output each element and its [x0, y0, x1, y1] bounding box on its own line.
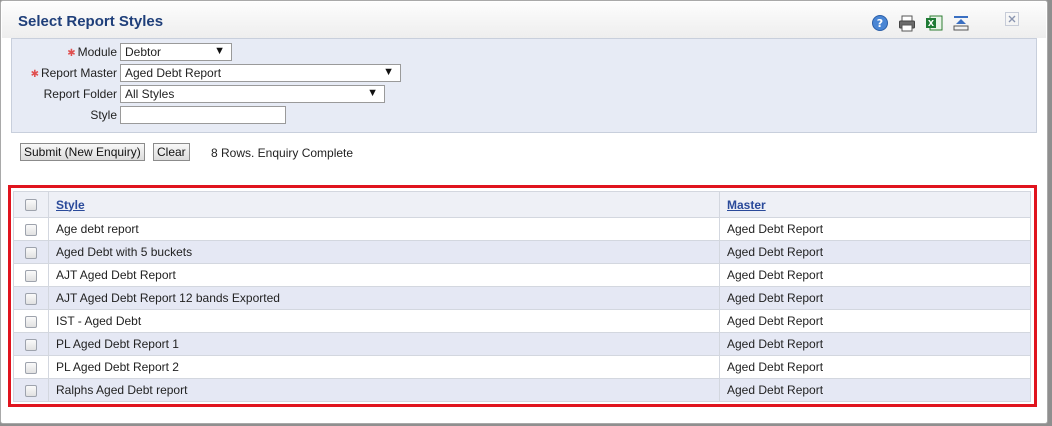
- excel-export-icon[interactable]: X: [925, 14, 943, 32]
- criteria-panel: ✱ Module Debtor ▼ ✱ Report Master Aged Debt…: [11, 38, 1037, 133]
- report-folder-row: Report Folder: [12, 85, 117, 103]
- title-bar: Select Report Styles ? X: [2, 2, 1046, 38]
- required-marker: ✱: [30, 69, 39, 80]
- status-text: 8 Rows. Enquiry Complete: [211, 146, 354, 160]
- report-folder-select[interactable]: All Styles ▼: [120, 85, 385, 103]
- row-checkbox[interactable]: [25, 292, 37, 305]
- close-icon[interactable]: [1005, 12, 1019, 26]
- style-cell: Aged Debt with 5 buckets: [48, 240, 720, 264]
- module-label: Module: [77, 45, 117, 59]
- required-marker: ✱: [67, 48, 76, 59]
- row-checkbox[interactable]: [25, 246, 37, 259]
- table-row[interactable]: Age debt report Aged Debt Report: [13, 217, 1031, 241]
- style-row: Style: [12, 106, 117, 124]
- master-cell: Aged Debt Report: [719, 332, 1031, 356]
- report-master-row: ✱ Report Master: [12, 64, 117, 82]
- table-row[interactable]: PL Aged Debt Report 1 Aged Debt Report: [13, 332, 1031, 356]
- report-master-select[interactable]: Aged Debt Report ▼: [120, 64, 401, 82]
- help-icon[interactable]: ?: [871, 14, 889, 32]
- report-styles-window: Select Report Styles ? X ✱ Module Debtor…: [0, 0, 1048, 424]
- row-checkbox[interactable]: [25, 223, 37, 236]
- dropdown-arrow-icon: ▼: [214, 45, 225, 57]
- submit-button[interactable]: Submit (New Enquiry): [20, 143, 145, 161]
- table-row[interactable]: AJT Aged Debt Report Aged Debt Report: [13, 263, 1031, 287]
- table-row[interactable]: IST - Aged Debt Aged Debt Report: [13, 309, 1031, 333]
- column-header-master[interactable]: Master: [727, 198, 766, 212]
- style-cell: PL Aged Debt Report 2: [48, 355, 720, 379]
- style-input[interactable]: [120, 106, 286, 124]
- master-cell: Aged Debt Report: [719, 240, 1031, 264]
- row-checkbox[interactable]: [25, 269, 37, 282]
- row-checkbox[interactable]: [25, 315, 37, 328]
- style-cell: IST - Aged Debt: [48, 309, 720, 333]
- style-cell: Ralphs Aged Debt report: [48, 378, 720, 402]
- style-cell: AJT Aged Debt Report: [48, 263, 720, 287]
- row-checkbox[interactable]: [25, 338, 37, 351]
- master-cell: Aged Debt Report: [719, 309, 1031, 333]
- svg-text:X: X: [928, 19, 935, 28]
- results-table: Style Master Age debt report Aged Debt R…: [13, 191, 1031, 402]
- style-label: Style: [90, 108, 117, 122]
- table-row[interactable]: Ralphs Aged Debt report Aged Debt Report: [13, 378, 1031, 402]
- clear-button[interactable]: Clear: [153, 143, 190, 161]
- report-master-label: Report Master: [40, 66, 117, 80]
- table-row[interactable]: AJT Aged Debt Report 12 bands Exported A…: [13, 286, 1031, 310]
- master-cell: Aged Debt Report: [719, 378, 1031, 402]
- svg-text:?: ?: [877, 17, 883, 30]
- style-cell: Age debt report: [48, 217, 720, 241]
- column-header-style[interactable]: Style: [56, 198, 85, 212]
- row-checkbox[interactable]: [25, 361, 37, 374]
- print-icon[interactable]: [898, 14, 916, 32]
- table-row[interactable]: PL Aged Debt Report 2 Aged Debt Report: [13, 355, 1031, 379]
- row-checkbox[interactable]: [25, 384, 37, 397]
- master-cell: Aged Debt Report: [719, 286, 1031, 310]
- select-all-checkbox[interactable]: [25, 199, 37, 212]
- module-row: ✱ Module: [12, 43, 117, 61]
- window-title: Select Report Styles: [18, 13, 164, 30]
- collapse-icon[interactable]: [952, 14, 970, 32]
- master-cell: Aged Debt Report: [719, 263, 1031, 287]
- style-cell: AJT Aged Debt Report 12 bands Exported: [48, 286, 720, 310]
- table-header-row: Style Master: [13, 191, 1031, 218]
- dropdown-arrow-icon: ▼: [367, 87, 378, 99]
- module-select[interactable]: Debtor ▼: [120, 43, 232, 61]
- master-cell: Aged Debt Report: [719, 355, 1031, 379]
- table-row[interactable]: Aged Debt with 5 buckets Aged Debt Repor…: [13, 240, 1031, 264]
- master-cell: Aged Debt Report: [719, 217, 1031, 241]
- style-cell: PL Aged Debt Report 1: [48, 332, 720, 356]
- dropdown-arrow-icon: ▼: [383, 66, 394, 78]
- report-folder-label: Report Folder: [43, 87, 117, 101]
